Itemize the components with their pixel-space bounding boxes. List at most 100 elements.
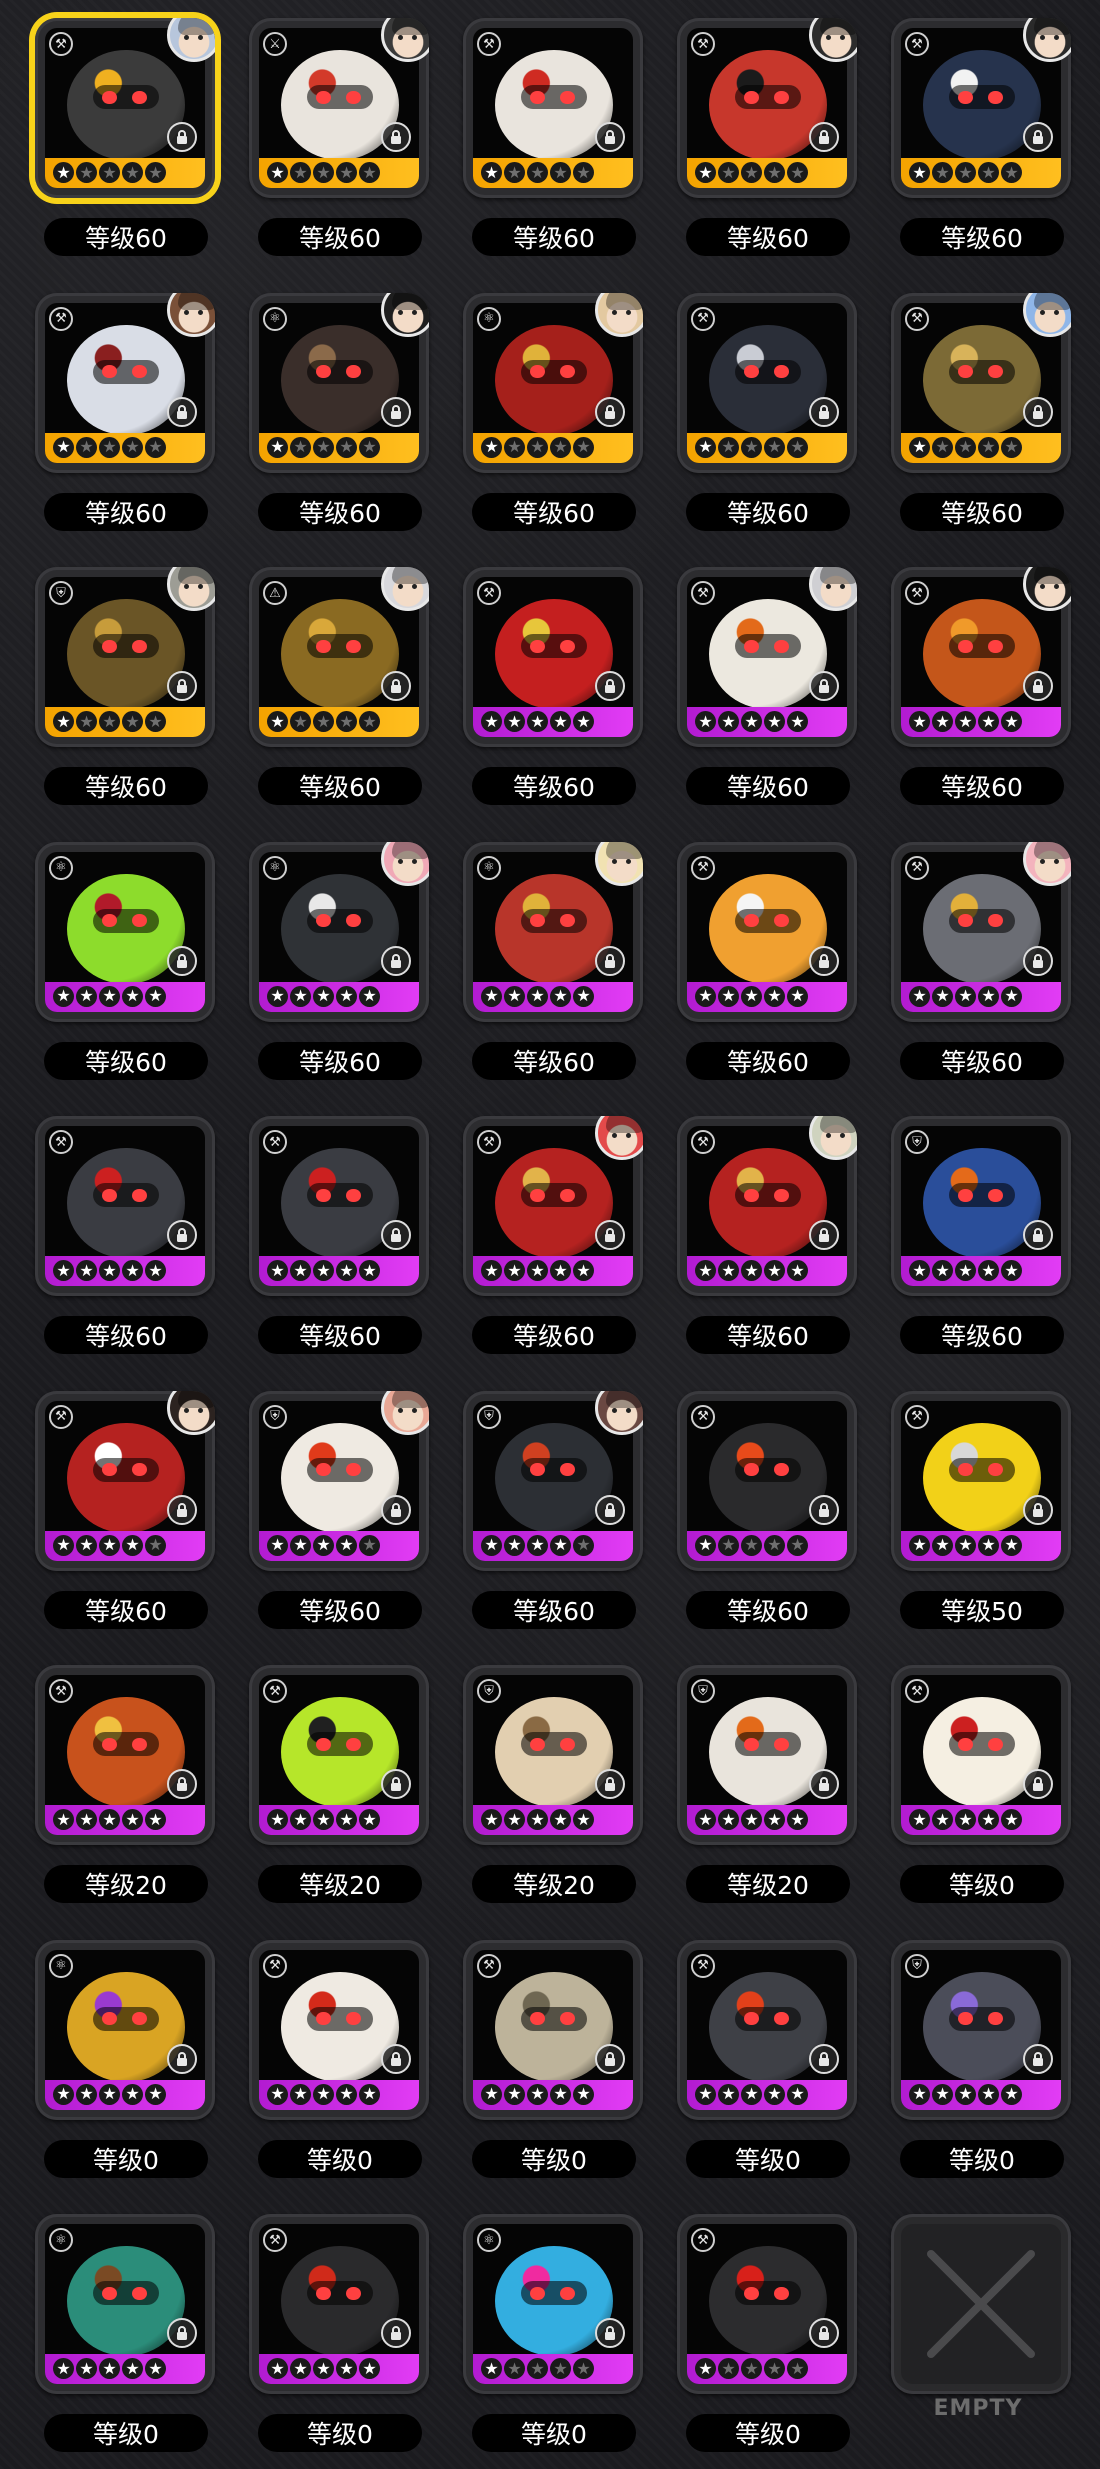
bangboo-slot[interactable]: ⚒ ★ ★ ★ ★ ★ 等级60 [22,0,222,260]
lock-icon[interactable] [1023,1494,1053,1525]
lock-icon[interactable] [595,945,625,976]
lock-icon[interactable] [1023,2043,1053,2074]
bangboo-card[interactable]: ⛨ ★ ★ ★ ★ ★ [891,1116,1071,1296]
bangboo-slot[interactable]: ⚒ ★ ★ ★ ★ ★ 等级0 [664,1922,864,2182]
bangboo-slot[interactable]: ⚒ ★ ★ ★ ★ ★ 等级60 [664,0,864,260]
bangboo-card[interactable]: ⚠ ★ ★ ★ ★ ★ [249,567,429,747]
lock-icon[interactable] [595,1769,625,1799]
bangboo-slot[interactable]: ⚒ ★ ★ ★ ★ ★ 等级0 [450,1922,650,2182]
lock-icon[interactable] [809,2318,839,2348]
bangboo-slot[interactable]: ⚒ ★ ★ ★ ★ ★ 等级20 [236,1647,436,1907]
bangboo-card[interactable]: ⚒ ★ ★ ★ ★ ★ [35,292,215,473]
bangboo-slot[interactable]: ⚒ ★ ★ ★ ★ ★ 等级60 [878,0,1078,260]
bangboo-slot[interactable]: ⚒ ★ ★ ★ ★ ★ 等级50 [878,1373,1078,1633]
bangboo-card[interactable]: ⚔ ★ ★ ★ ★ ★ [249,18,429,198]
bangboo-slot[interactable]: ⛨ ★ ★ ★ ★ ★ 等级60 [22,549,222,809]
empty-slot[interactable]: EMPTY [878,2196,1078,2456]
lock-icon[interactable] [167,1769,197,1799]
lock-icon[interactable] [1023,396,1053,427]
bangboo-card[interactable]: ⚒ ★ ★ ★ ★ ★ [891,1390,1071,1571]
lock-icon[interactable] [1023,122,1053,152]
lock-icon[interactable] [809,1494,839,1525]
lock-icon[interactable] [381,1769,411,1799]
lock-icon[interactable] [381,1494,411,1525]
lock-icon[interactable] [381,671,411,701]
lock-icon[interactable] [167,945,197,976]
bangboo-card[interactable]: ⛨ ★ ★ ★ ★ ★ [35,567,215,747]
bangboo-slot[interactable]: ⛨ ★ ★ ★ ★ ★ 等级20 [450,1647,650,1907]
lock-icon[interactable] [809,1769,839,1799]
bangboo-card[interactable]: ⚒ ★ ★ ★ ★ ★ [891,292,1071,473]
bangboo-slot[interactable]: ⚛ ★ ★ ★ ★ ★ 等级0 [450,2196,650,2456]
bangboo-slot[interactable]: ⚠ ★ ★ ★ ★ ★ 等级60 [236,549,436,809]
bangboo-slot[interactable]: ⚒ ★ ★ ★ ★ ★ 等级60 [236,1098,436,1358]
lock-icon[interactable] [595,1494,625,1525]
bangboo-card[interactable]: ⚛ ★ ★ ★ ★ ★ [463,841,643,1022]
bangboo-slot[interactable]: ⛨ ★ ★ ★ ★ ★ 等级60 [450,1373,650,1633]
lock-icon[interactable] [809,122,839,152]
lock-icon[interactable] [595,671,625,701]
bangboo-card[interactable]: ⚒ ★ ★ ★ ★ ★ [677,1116,857,1296]
bangboo-card[interactable]: ⚒ ★ ★ ★ ★ ★ [891,1665,1071,1845]
lock-icon[interactable] [167,2043,197,2074]
lock-icon[interactable] [809,671,839,701]
bangboo-slot[interactable]: ⛨ ★ ★ ★ ★ ★ 等级0 [878,1922,1078,2182]
bangboo-slot[interactable]: ⚒ ★ ★ ★ ★ ★ 等级60 [450,549,650,809]
lock-icon[interactable] [167,671,197,701]
bangboo-card[interactable]: ⚒ ★ ★ ★ ★ ★ [677,841,857,1022]
lock-icon[interactable] [381,2318,411,2348]
lock-icon[interactable] [381,122,411,152]
bangboo-card[interactable]: ⛨ ★ ★ ★ ★ ★ [677,1665,857,1845]
bangboo-slot[interactable]: ⛨ ★ ★ ★ ★ ★ 等级20 [664,1647,864,1907]
bangboo-card[interactable]: ⚒ ★ ★ ★ ★ ★ [249,1939,429,2120]
lock-icon[interactable] [1023,945,1053,976]
bangboo-card[interactable]: ⚒ ★ ★ ★ ★ ★ [891,567,1071,747]
bangboo-slot[interactable]: ⚒ ★ ★ ★ ★ ★ 等级60 [22,1098,222,1358]
bangboo-card[interactable]: ⚒ ★ ★ ★ ★ ★ [677,292,857,473]
bangboo-slot[interactable]: ⚒ ★ ★ ★ ★ ★ 等级60 [450,1098,650,1358]
bangboo-card[interactable]: ⚛ ★ ★ ★ ★ ★ [249,292,429,473]
lock-icon[interactable] [167,2318,197,2348]
lock-icon[interactable] [595,122,625,152]
bangboo-slot[interactable]: ⚒ ★ ★ ★ ★ ★ 等级0 [664,2196,864,2456]
bangboo-slot[interactable]: ⚒ ★ ★ ★ ★ ★ 等级60 [878,275,1078,535]
bangboo-card[interactable]: ⚒ ★ ★ ★ ★ ★ [677,1939,857,2120]
lock-icon[interactable] [809,945,839,976]
bangboo-slot[interactable]: ⚒ ★ ★ ★ ★ ★ 等级60 [664,275,864,535]
bangboo-card[interactable]: ⚒ ★ ★ ★ ★ ★ [35,1665,215,1845]
bangboo-slot[interactable]: ⚒ ★ ★ ★ ★ ★ 等级60 [664,549,864,809]
lock-icon[interactable] [1023,1769,1053,1799]
bangboo-slot[interactable]: ⚒ ★ ★ ★ ★ ★ 等级60 [22,275,222,535]
lock-icon[interactable] [809,2043,839,2074]
lock-icon[interactable] [167,122,197,152]
lock-icon[interactable] [809,396,839,427]
bangboo-card[interactable]: ⚛ ★ ★ ★ ★ ★ [35,841,215,1022]
bangboo-card[interactable]: ⚒ ★ ★ ★ ★ ★ [463,18,643,198]
bangboo-card[interactable]: ⚒ ★ ★ ★ ★ ★ [677,2214,857,2394]
bangboo-slot[interactable]: ⚛ ★ ★ ★ ★ ★ 等级0 [22,2196,222,2456]
bangboo-card[interactable]: ⛨ ★ ★ ★ ★ ★ [891,1939,1071,2120]
lock-icon[interactable] [595,2043,625,2074]
lock-icon[interactable] [595,396,625,427]
bangboo-card[interactable]: ⚒ ★ ★ ★ ★ ★ [677,567,857,747]
lock-icon[interactable] [809,1220,839,1250]
bangboo-card[interactable]: ⚒ ★ ★ ★ ★ ★ [35,1390,215,1571]
lock-icon[interactable] [381,396,411,427]
bangboo-slot[interactable]: ⛨ ★ ★ ★ ★ ★ 等级60 [236,1373,436,1633]
bangboo-card[interactable]: ⛨ ★ ★ ★ ★ ★ [463,1665,643,1845]
bangboo-card[interactable]: ⚛ ★ ★ ★ ★ ★ [463,292,643,473]
bangboo-card[interactable]: ⚒ ★ ★ ★ ★ ★ [463,1939,643,2120]
lock-icon[interactable] [1023,1220,1053,1250]
lock-icon[interactable] [381,2043,411,2074]
empty-slot-card[interactable] [891,2214,1071,2394]
bangboo-slot[interactable]: ⚒ ★ ★ ★ ★ ★ 等级0 [878,1647,1078,1907]
bangboo-slot[interactable]: ⚛ ★ ★ ★ ★ ★ 等级60 [450,824,650,1084]
bangboo-card[interactable]: ⚒ ★ ★ ★ ★ ★ [463,1116,643,1296]
lock-icon[interactable] [167,1220,197,1250]
bangboo-card[interactable]: ⚛ ★ ★ ★ ★ ★ [463,2214,643,2394]
bangboo-card[interactable]: ⚒ ★ ★ ★ ★ ★ [463,567,643,747]
bangboo-slot[interactable]: ⛨ ★ ★ ★ ★ ★ 等级60 [878,1098,1078,1358]
lock-icon[interactable] [381,1220,411,1250]
bangboo-card[interactable]: ⚒ ★ ★ ★ ★ ★ [249,1116,429,1296]
bangboo-card[interactable]: ⚒ ★ ★ ★ ★ ★ [35,18,215,198]
